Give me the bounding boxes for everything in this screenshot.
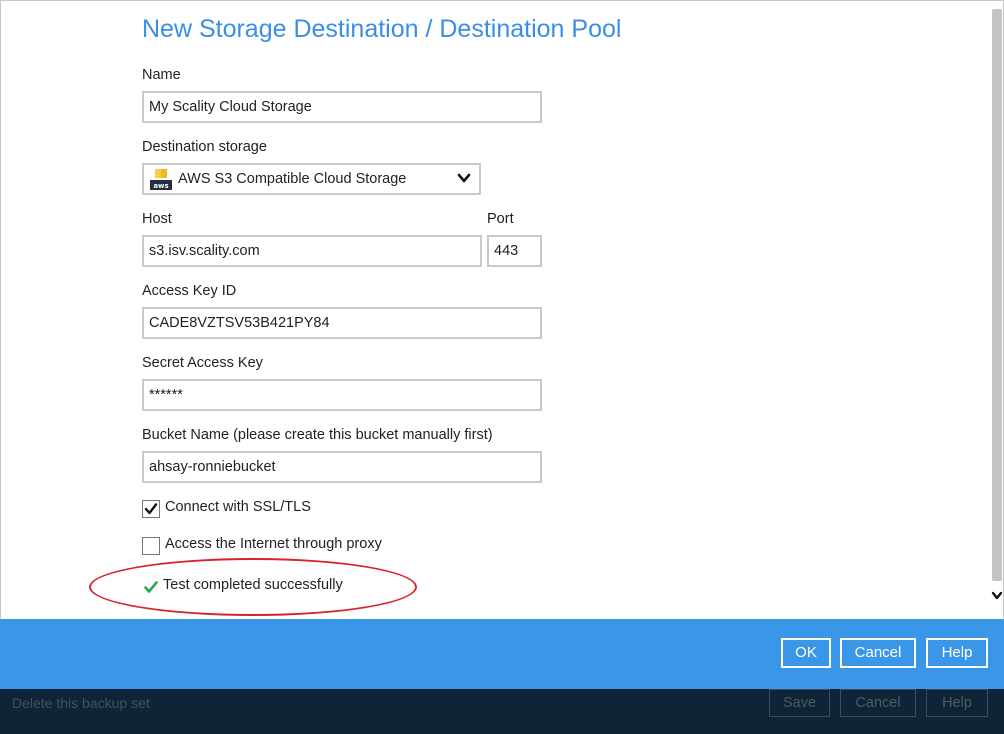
secret-access-key-label: Secret Access Key <box>142 355 263 371</box>
name-label: Name <box>142 67 181 83</box>
destination-storage-label: Destination storage <box>142 139 267 155</box>
background-help-button: Help <box>926 689 988 717</box>
ssl-label[interactable]: Connect with SSL/TLS <box>165 499 311 515</box>
host-input[interactable] <box>142 235 482 267</box>
background-save-button: Save <box>769 689 830 717</box>
scrollbar-thumb[interactable] <box>992 9 1002 581</box>
svg-text:aws: aws <box>153 182 168 190</box>
scroll-down-icon[interactable] <box>991 589 1003 601</box>
help-button[interactable]: Help <box>926 638 988 668</box>
access-key-id-label: Access Key ID <box>142 283 237 299</box>
delete-backup-set-link: Delete this backup set <box>12 695 150 711</box>
checkmark-icon <box>144 503 158 515</box>
destination-storage-select[interactable]: aws AWS S3 Compatible Cloud Storage <box>142 163 481 195</box>
port-input[interactable] <box>487 235 542 267</box>
port-label: Port <box>487 211 514 227</box>
cancel-button[interactable]: Cancel <box>840 638 916 668</box>
name-input[interactable] <box>142 91 542 123</box>
ssl-checkbox[interactable] <box>142 500 160 518</box>
host-label: Host <box>142 211 172 227</box>
secret-access-key-input[interactable] <box>142 379 542 411</box>
background-cancel-button: Cancel <box>840 689 916 717</box>
ok-button[interactable]: OK <box>781 638 831 668</box>
destination-storage-value: AWS S3 Compatible Cloud Storage <box>178 171 407 187</box>
background-window-bar: Delete this backup set Save Cancel Help <box>0 689 1004 734</box>
aws-logo-icon: aws <box>150 168 172 190</box>
access-key-id-input[interactable] <box>142 307 542 339</box>
proxy-checkbox[interactable] <box>142 537 160 555</box>
dialog-footer: OK Cancel Help <box>0 619 1004 689</box>
dialog-title: New Storage Destination / Destination Po… <box>142 15 622 43</box>
highlight-ellipse <box>89 558 417 616</box>
bucket-name-input[interactable] <box>142 451 542 483</box>
proxy-label[interactable]: Access the Internet through proxy <box>165 536 382 552</box>
storage-destination-dialog: New Storage Destination / Destination Po… <box>0 0 1004 689</box>
bucket-name-label: Bucket Name (please create this bucket m… <box>142 427 493 443</box>
chevron-down-icon <box>457 173 471 183</box>
